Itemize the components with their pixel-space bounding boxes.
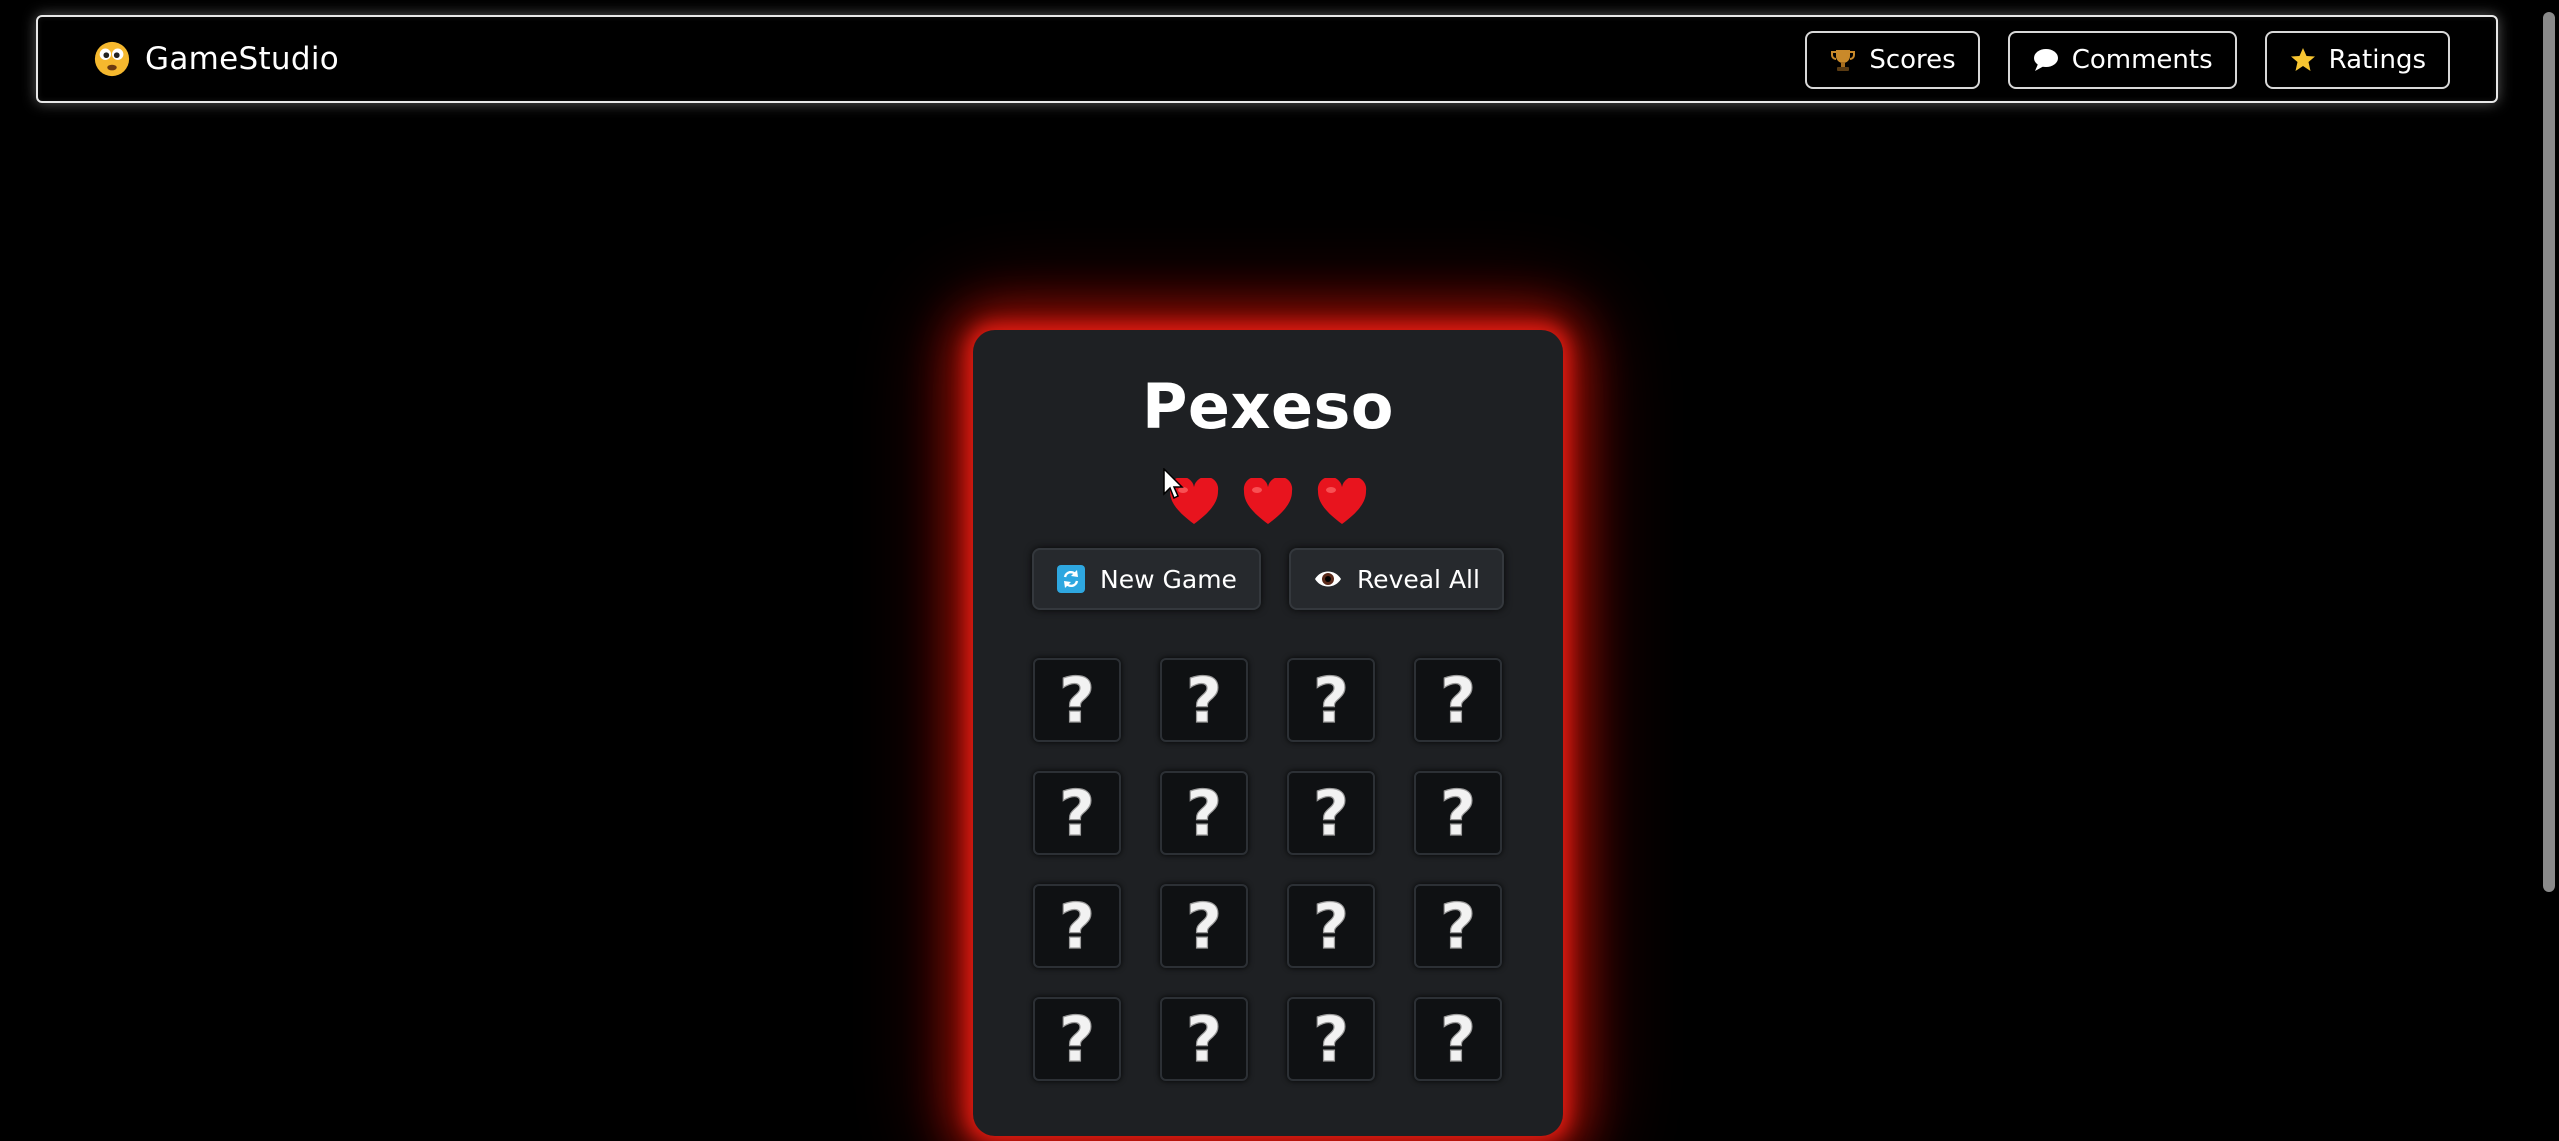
trophy-icon: [1829, 46, 1857, 74]
game-card: Pexeso New Game Reveal All ? ? ? ? ? ? ?…: [973, 330, 1563, 1136]
comments-label: Comments: [2071, 45, 2213, 75]
smiley-face-icon: [93, 40, 131, 78]
question-mark-icon: ?: [1185, 894, 1222, 958]
heart-icon: [1316, 478, 1368, 526]
svg-text:?: ?: [1440, 1007, 1476, 1071]
brand-name: GameStudio: [145, 41, 340, 77]
brand[interactable]: GameStudio: [93, 17, 339, 101]
scrollbar[interactable]: [2539, 0, 2559, 1141]
speech-bubble-icon: [2032, 46, 2060, 74]
svg-text:?: ?: [1059, 668, 1095, 732]
question-mark-icon: ?: [1058, 1007, 1095, 1071]
svg-text:?: ?: [1313, 1007, 1349, 1071]
memory-card[interactable]: ?: [1414, 997, 1502, 1081]
memory-card[interactable]: ?: [1160, 997, 1248, 1081]
memory-card[interactable]: ?: [1287, 997, 1375, 1081]
svg-text:?: ?: [1059, 894, 1095, 958]
game-title: Pexeso: [1141, 370, 1395, 443]
lives-indicator: [973, 478, 1563, 526]
memory-card[interactable]: ?: [1033, 658, 1121, 742]
scores-button[interactable]: Scores: [1805, 31, 1980, 89]
scrollbar-thumb[interactable]: [2543, 12, 2555, 892]
nav-links: Scores Comments Ratings: [1805, 31, 2450, 89]
question-mark-icon: ?: [1185, 668, 1222, 732]
question-mark-icon: ?: [1058, 781, 1095, 845]
svg-text:?: ?: [1440, 781, 1476, 845]
mouse-cursor-icon: [1163, 468, 1184, 500]
question-mark-icon: ?: [1185, 781, 1222, 845]
memory-card[interactable]: ?: [1033, 884, 1121, 968]
comments-button[interactable]: Comments: [2007, 31, 2237, 89]
memory-card[interactable]: ?: [1414, 658, 1502, 742]
ratings-button[interactable]: Ratings: [2264, 31, 2450, 89]
memory-card[interactable]: ?: [1033, 771, 1121, 855]
top-navbar: GameStudio Scores Comments Ratings: [36, 15, 2498, 103]
ratings-label: Ratings: [2328, 45, 2426, 75]
svg-text:?: ?: [1440, 668, 1476, 732]
card-grid: ????????????????: [1033, 658, 1502, 1081]
memory-card[interactable]: ?: [1160, 771, 1248, 855]
svg-text:?: ?: [1059, 1007, 1095, 1071]
memory-card[interactable]: ?: [1414, 884, 1502, 968]
question-mark-icon: ?: [1312, 781, 1349, 845]
memory-card[interactable]: ?: [1160, 658, 1248, 742]
question-mark-icon: ?: [1185, 1007, 1222, 1071]
reveal-all-button[interactable]: Reveal All: [1288, 548, 1504, 610]
svg-text:?: ?: [1313, 781, 1349, 845]
reveal-all-label: Reveal All: [1356, 564, 1480, 594]
new-game-button[interactable]: New Game: [1032, 548, 1261, 610]
memory-card[interactable]: ?: [1287, 884, 1375, 968]
svg-text:?: ?: [1186, 1007, 1222, 1071]
question-mark-icon: ?: [1312, 668, 1349, 732]
question-mark-icon: ?: [1058, 894, 1095, 958]
question-mark-icon: ?: [1439, 894, 1476, 958]
eye-icon: [1313, 564, 1343, 594]
memory-card[interactable]: ?: [1414, 771, 1502, 855]
svg-text:?: ?: [1313, 668, 1349, 732]
svg-text:?: ?: [1313, 894, 1349, 958]
question-mark-icon: ?: [1439, 781, 1476, 845]
svg-text:?: ?: [1186, 894, 1222, 958]
question-mark-icon: ?: [1058, 668, 1095, 732]
svg-text:?: ?: [1440, 894, 1476, 958]
question-mark-icon: ?: [1312, 1007, 1349, 1071]
question-mark-icon: ?: [1439, 668, 1476, 732]
star-icon: [2289, 46, 2317, 74]
question-mark-icon: ?: [1439, 1007, 1476, 1071]
svg-text:?: ?: [1186, 781, 1222, 845]
memory-card[interactable]: ?: [1033, 997, 1121, 1081]
memory-card[interactable]: ?: [1287, 658, 1375, 742]
question-mark-icon: ?: [1312, 894, 1349, 958]
memory-card[interactable]: ?: [1287, 771, 1375, 855]
refresh-icon: [1056, 564, 1086, 594]
scores-label: Scores: [1869, 45, 1956, 75]
game-actions: New Game Reveal All: [973, 548, 1563, 610]
memory-card[interactable]: ?: [1160, 884, 1248, 968]
svg-text:?: ?: [1186, 668, 1222, 732]
new-game-label: New Game: [1100, 564, 1237, 594]
heart-icon: [1242, 478, 1294, 526]
svg-text:?: ?: [1059, 781, 1095, 845]
